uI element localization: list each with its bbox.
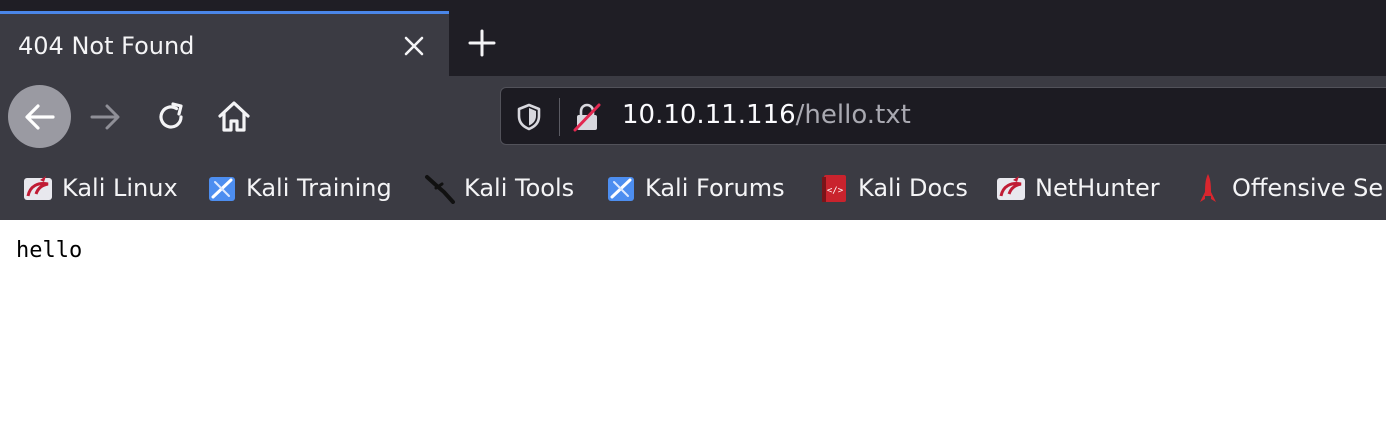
url-text[interactable]: 10.10.11.116/hello.txt	[622, 100, 911, 130]
kali-training-icon	[206, 172, 238, 204]
offsec-icon	[1192, 172, 1224, 204]
tab-close-button[interactable]	[398, 30, 430, 62]
back-button[interactable]	[8, 85, 71, 148]
arrow-right-icon	[90, 104, 120, 130]
kali-docs-icon: </>	[818, 172, 850, 204]
tab-title: 404 Not Found	[18, 32, 195, 60]
active-tab[interactable]: 404 Not Found	[0, 11, 449, 76]
forward-button[interactable]	[84, 96, 126, 138]
bookmark-label: Offensive Se	[1232, 174, 1384, 202]
svg-text:</>: </>	[827, 186, 844, 196]
bookmark-kali-tools[interactable]: Kali Tools	[424, 170, 574, 206]
bookmark-label: NetHunter	[1035, 174, 1160, 202]
home-button[interactable]	[212, 95, 256, 139]
bookmark-kali-linux[interactable]: Kali Linux	[22, 170, 178, 206]
bookmark-label: Kali Tools	[464, 174, 575, 202]
kali-forums-icon	[605, 172, 637, 204]
navigation-toolbar: 10.10.11.116/hello.txt	[0, 76, 1386, 156]
plus-icon	[468, 29, 496, 57]
bookmark-label: Kali Forums	[645, 174, 785, 202]
tab-strip: 404 Not Found	[0, 0, 1386, 76]
bookmark-label: Kali Linux	[62, 174, 178, 202]
url-separator	[559, 98, 560, 136]
connection-info-button[interactable]	[571, 101, 603, 133]
home-icon	[218, 101, 250, 132]
bookmark-kali-training[interactable]: Kali Training	[206, 170, 392, 206]
close-icon	[404, 36, 424, 56]
new-tab-button[interactable]	[463, 24, 501, 62]
bookmarks-toolbar: Kali Linux Kali Training Kali Tools Kali…	[0, 156, 1386, 220]
kali-dragon-icon	[22, 172, 54, 204]
kali-tools-icon	[424, 172, 456, 204]
shield-icon	[517, 103, 541, 131]
reload-icon	[159, 102, 183, 129]
insecure-lock-icon	[573, 103, 601, 132]
page-text: hello	[16, 238, 83, 263]
url-path: /hello.txt	[795, 100, 911, 130]
bookmark-nethunter[interactable]: NetHunter	[995, 170, 1160, 206]
page-content: hello	[0, 220, 1386, 442]
bookmark-label: Kali Training	[246, 174, 392, 202]
nethunter-icon	[995, 172, 1027, 204]
bookmark-label: Kali Docs	[858, 174, 968, 202]
bookmark-offensive-security[interactable]: Offensive Se	[1192, 170, 1383, 206]
url-host: 10.10.11.116	[622, 100, 796, 130]
bookmark-kali-docs[interactable]: </> Kali Docs	[818, 170, 968, 206]
bookmark-kali-forums[interactable]: Kali Forums	[605, 170, 785, 206]
reload-button[interactable]	[150, 96, 192, 138]
tracking-protection-button[interactable]	[515, 102, 543, 132]
url-bar[interactable]: 10.10.11.116/hello.txt	[500, 87, 1386, 145]
arrow-left-icon	[24, 103, 55, 130]
